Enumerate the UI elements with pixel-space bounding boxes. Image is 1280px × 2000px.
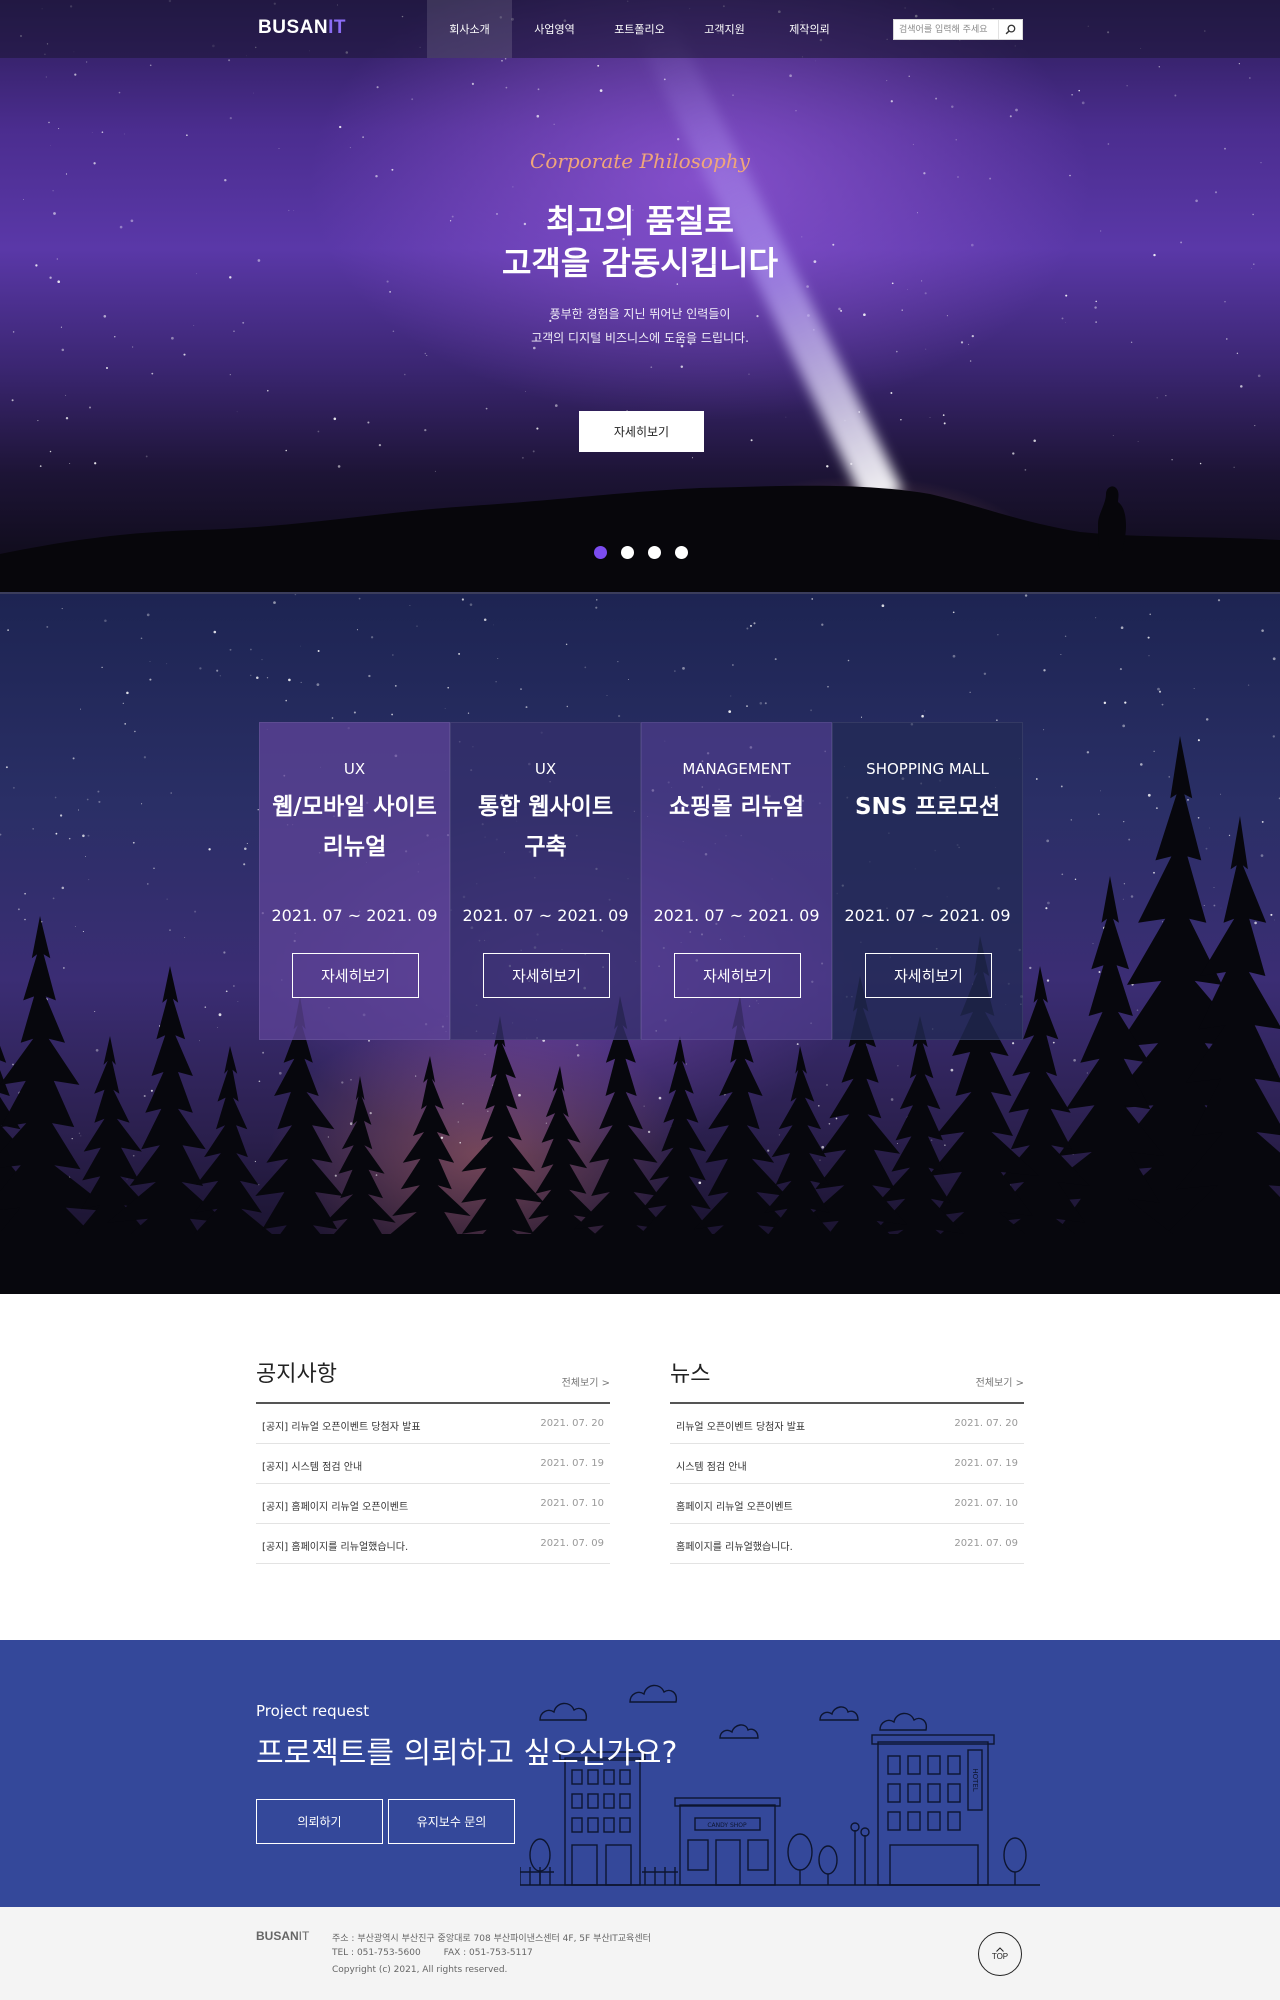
nav-item-request[interactable]: 제작의뢰 — [767, 0, 852, 58]
project-title: SNS 프로모션 — [854, 794, 1001, 820]
news-row: 홈페이지를 리뉴얼했습니다. 2021. 07. 09 — [670, 1524, 1024, 1564]
search-input[interactable] — [894, 20, 998, 39]
project-title: 통합 웹사이트 구축 — [478, 794, 613, 860]
candy-shop-sign: CANDY SHOP — [707, 1822, 747, 1829]
logo[interactable]: BUSANIT — [258, 17, 346, 39]
notice-row: [공지] 시스템 점검 안내 2021. 07. 19 — [256, 1444, 610, 1484]
news-item-title[interactable]: 리뉴얼 오픈이벤트 당첨자 발표 — [676, 1418, 805, 1433]
search-button[interactable] — [998, 20, 1022, 39]
project-cards: UX 웹/모바일 사이트 리뉴얼 2021. 07 ~ 2021. 09 자세히보… — [259, 722, 1023, 1040]
project-category: MANAGEMENT — [682, 760, 791, 778]
nav-item-business[interactable]: 사업영역 — [512, 0, 597, 58]
notice-row: [공지] 홈페이지를 리뉴얼했습니다. 2021. 07. 09 — [256, 1524, 610, 1564]
project-period: 2021. 07 ~ 2021. 09 — [271, 906, 438, 925]
scroll-top-button[interactable]: TOP — [978, 1932, 1022, 1976]
nav-item-company[interactable]: 회사소개 — [427, 0, 512, 58]
request-button[interactable]: 의뢰하기 — [256, 1799, 383, 1844]
footer-logo: BUSANIT — [256, 1929, 310, 1943]
hero-banner: BUSANIT 회사소개 사업영역 포트폴리오 고객지원 제작의뢰 Corpor… — [0, 0, 1280, 592]
notice-item-date: 2021. 07. 19 — [540, 1458, 604, 1469]
notice-item-title[interactable]: [공지] 홈페이지를 리뉴얼했습니다. — [262, 1538, 408, 1553]
hero-description: 풍부한 경험을 지닌 뛰어난 인력들이 고객의 디지털 비즈니스에 도움을 드립… — [531, 307, 749, 345]
slider-dot-3[interactable] — [648, 546, 661, 559]
footer-address: 주소 : 부산광역시 부산진구 중앙대로 708 부산파이낸스센터 4F, 5F… — [332, 1934, 651, 1944]
search-box — [893, 19, 1023, 40]
footer-contact: TEL : 051-753-5600 FAX : 051-753-5117 — [332, 1948, 533, 1958]
project-more-button[interactable]: 자세히보기 — [674, 953, 801, 998]
hill-silhouette — [0, 485, 1280, 592]
project-more-button[interactable]: 자세히보기 — [483, 953, 610, 998]
project-card[interactable]: UX 통합 웹사이트 구축 2021. 07 ~ 2021. 09 자세히보기 — [450, 722, 641, 1040]
maintenance-inquiry-button[interactable]: 유지보수 문의 — [388, 1799, 515, 1844]
news-title: 뉴스 — [670, 1362, 711, 1387]
board-section: 공지사항 전체보기 > [공지] 리뉴얼 오픈이벤트 당첨자 발표 2021. 0… — [0, 1294, 1280, 1640]
site-footer: BUSANIT 주소 : 부산광역시 부산진구 중앙대로 708 부산파이낸스센… — [0, 1907, 1280, 2000]
hero-title: 최고의 품질로 고객을 감동시킵니다 — [501, 202, 779, 282]
news-item-title[interactable]: 홈페이지를 리뉴얼했습니다. — [676, 1538, 793, 1553]
news-item-title[interactable]: 홈페이지 리뉴얼 오픈이벤트 — [676, 1498, 793, 1513]
project-card[interactable]: UX 웹/모바일 사이트 리뉴얼 2021. 07 ~ 2021. 09 자세히보… — [259, 722, 450, 1040]
project-title: 쇼핑몰 리뉴얼 — [669, 794, 804, 820]
news-item-date: 2021. 07. 09 — [954, 1538, 1018, 1549]
project-card[interactable]: SHOPPING MALL SNS 프로모션 2021. 07 ~ 2021. … — [832, 722, 1023, 1040]
news-board: 뉴스 전체보기 > 리뉴얼 오픈이벤트 당첨자 발표 2021. 07. 20 시… — [670, 1354, 1024, 1564]
request-eyebrow: Project request — [256, 1702, 370, 1720]
notice-board: 공지사항 전체보기 > [공지] 리뉴얼 오픈이벤트 당첨자 발표 2021. 0… — [256, 1354, 610, 1564]
slider-dot-4[interactable] — [675, 546, 688, 559]
notice-item-title[interactable]: [공지] 시스템 점검 안내 — [262, 1458, 362, 1473]
portfolio-section: UX 웹/모바일 사이트 리뉴얼 2021. 07 ~ 2021. 09 자세히보… — [0, 592, 1280, 1294]
news-row: 리뉴얼 오픈이벤트 당첨자 발표 2021. 07. 20 — [670, 1404, 1024, 1444]
hotel-sign: HOTEL — [971, 1768, 979, 1791]
news-row: 시스템 점검 안내 2021. 07. 19 — [670, 1444, 1024, 1484]
project-category: UX — [343, 760, 366, 778]
project-category: SHOPPING MALL — [866, 760, 989, 778]
notice-item-date: 2021. 07. 10 — [540, 1498, 604, 1509]
notice-item-title[interactable]: [공지] 리뉴얼 오픈이벤트 당첨자 발표 — [262, 1418, 421, 1433]
slider-dot-1[interactable] — [594, 546, 607, 559]
notice-item-title[interactable]: [공지] 홈페이지 리뉴얼 오픈이벤트 — [262, 1498, 408, 1513]
news-more-link[interactable]: 전체보기 > — [976, 1374, 1024, 1389]
news-row: 홈페이지 리뉴얼 오픈이벤트 2021. 07. 10 — [670, 1484, 1024, 1524]
footer-copyright: Copyright (c) 2021, All rights reserved. — [332, 1965, 508, 1975]
notice-header: 공지사항 전체보기 > — [256, 1354, 610, 1404]
project-more-button[interactable]: 자세히보기 — [292, 953, 419, 998]
project-title: 웹/모바일 사이트 리뉴얼 — [272, 794, 437, 860]
project-category: UX — [534, 760, 557, 778]
news-item-date: 2021. 07. 10 — [954, 1498, 1018, 1509]
request-title: 프로젝트를 의뢰하고 싶으신가요? — [256, 1736, 678, 1771]
notice-item-date: 2021. 07. 09 — [540, 1538, 604, 1549]
scroll-top-label: TOP — [991, 1952, 1009, 1961]
main-nav: 회사소개 사업영역 포트폴리오 고객지원 제작의뢰 — [427, 0, 852, 58]
news-item-date: 2021. 07. 19 — [954, 1458, 1018, 1469]
search-icon — [1005, 24, 1016, 35]
news-header: 뉴스 전체보기 > — [670, 1354, 1024, 1404]
city-line-illustration: CANDY SHOP HOTEL — [520, 1684, 1040, 1886]
notice-row: [공지] 리뉴얼 오픈이벤트 당첨자 발표 2021. 07. 20 — [256, 1404, 610, 1444]
nav-item-support[interactable]: 고객지원 — [682, 0, 767, 58]
news-item-date: 2021. 07. 20 — [954, 1418, 1018, 1429]
project-more-button[interactable]: 자세히보기 — [865, 953, 992, 998]
notice-more-link[interactable]: 전체보기 > — [562, 1374, 610, 1389]
hero-more-button[interactable]: 자세히보기 — [579, 411, 704, 452]
project-period: 2021. 07 ~ 2021. 09 — [844, 906, 1011, 925]
project-card[interactable]: MANAGEMENT 쇼핑몰 리뉴얼 2021. 07 ~ 2021. 09 자… — [641, 722, 832, 1040]
notice-item-date: 2021. 07. 20 — [540, 1418, 604, 1429]
news-item-title[interactable]: 시스템 점검 안내 — [676, 1458, 747, 1473]
site-header: BUSANIT 회사소개 사업영역 포트폴리오 고객지원 제작의뢰 — [0, 0, 1280, 58]
slider-dot-2[interactable] — [621, 546, 634, 559]
project-request-section: CANDY SHOP HOTEL Project request 프로젝트를 의… — [0, 1640, 1280, 1907]
project-period: 2021. 07 ~ 2021. 09 — [653, 906, 820, 925]
notice-row: [공지] 홈페이지 리뉴얼 오픈이벤트 2021. 07. 10 — [256, 1484, 610, 1524]
project-period: 2021. 07 ~ 2021. 09 — [462, 906, 629, 925]
slider-pagination — [594, 546, 688, 559]
nav-item-portfolio[interactable]: 포트폴리오 — [597, 0, 682, 58]
hero-eyebrow: Corporate Philosophy — [530, 149, 750, 173]
notice-title: 공지사항 — [256, 1362, 337, 1387]
